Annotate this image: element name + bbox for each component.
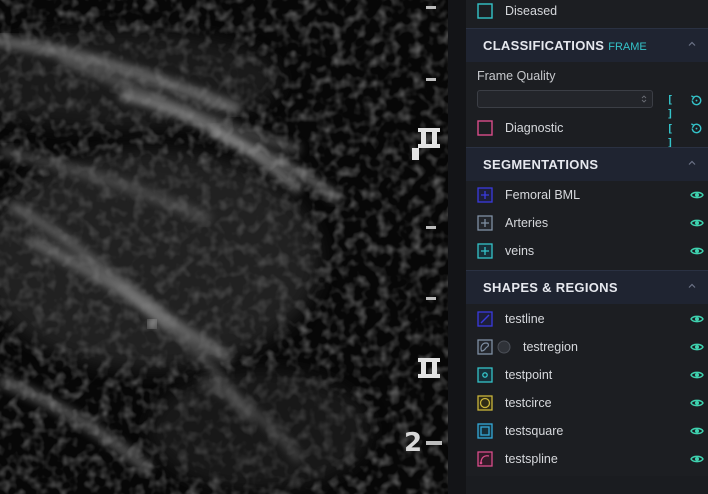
eye-icon[interactable] bbox=[690, 452, 704, 466]
label-item-diseased[interactable]: Diseased bbox=[466, 0, 708, 25]
crosshair-square-icon bbox=[477, 187, 493, 203]
freehand-region-icon bbox=[477, 339, 493, 355]
eye-icon[interactable] bbox=[690, 368, 704, 382]
shape-item-testcirce[interactable]: testcirce bbox=[466, 389, 708, 417]
segmentations-section-header[interactable]: SEGMENTATIONS bbox=[466, 147, 708, 181]
reset-icon[interactable] bbox=[689, 93, 704, 108]
eye-icon[interactable] bbox=[690, 312, 704, 326]
chevron-up-icon[interactable] bbox=[688, 282, 696, 290]
eye-icon[interactable] bbox=[690, 396, 704, 410]
section-title: SHAPES & REGIONS bbox=[483, 280, 618, 295]
classifications-section-header[interactable]: CLASSIFICATIONS FRAME bbox=[466, 28, 708, 62]
panel-footer-space bbox=[466, 476, 708, 494]
frame-quality-select[interactable] bbox=[477, 90, 653, 108]
point-tool-icon bbox=[477, 367, 493, 383]
frame-quality-bracket-button[interactable]: [ ] bbox=[663, 93, 677, 120]
eye-icon[interactable] bbox=[690, 216, 704, 230]
shape-item-label: testline bbox=[505, 312, 545, 326]
shape-item-label: testsquare bbox=[505, 424, 564, 438]
shape-item-testsquare[interactable]: testsquare bbox=[466, 417, 708, 445]
segmentation-item-femoral-bml[interactable]: Femoral BML bbox=[466, 181, 708, 209]
select-arrows-icon bbox=[641, 95, 647, 103]
segmentation-item-label: Femoral BML bbox=[505, 188, 581, 202]
chevron-up-icon[interactable] bbox=[688, 40, 696, 48]
crosshair-square-icon bbox=[477, 243, 493, 259]
eye-icon[interactable] bbox=[690, 424, 704, 438]
eye-icon[interactable] bbox=[690, 340, 704, 354]
eye-icon[interactable] bbox=[690, 244, 704, 258]
square-tool-icon bbox=[477, 423, 493, 439]
diagnostic-bracket-button[interactable]: [ ] bbox=[663, 122, 677, 149]
classification-item-label: Diagnostic bbox=[505, 121, 564, 135]
shape-item-testline[interactable]: testline bbox=[466, 305, 708, 333]
checkbox-icon[interactable] bbox=[477, 120, 493, 136]
label-item-label: Diseased bbox=[505, 4, 558, 18]
frame-quality-label: Frame Quality bbox=[477, 69, 556, 83]
shape-item-label: testspline bbox=[505, 452, 558, 466]
segmentation-item-arteries[interactable]: Arteries bbox=[466, 209, 708, 237]
segmentation-item-veins[interactable]: veins bbox=[466, 237, 708, 265]
shape-item-label: testcirce bbox=[505, 396, 552, 410]
shape-item-testregion[interactable]: testregion bbox=[466, 333, 708, 361]
shape-item-testspline[interactable]: testspline bbox=[466, 445, 708, 473]
region-circle-icon bbox=[497, 340, 511, 354]
section-title: SEGMENTATIONS bbox=[483, 157, 599, 172]
ultrasound-viewport[interactable]: 2 bbox=[0, 0, 448, 494]
depth-label: 2 bbox=[404, 428, 423, 458]
eye-icon[interactable] bbox=[690, 188, 704, 202]
viewport-panel-divider bbox=[448, 0, 466, 494]
shape-item-testpoint[interactable]: testpoint bbox=[466, 361, 708, 389]
crosshair-square-icon bbox=[477, 215, 493, 231]
shapes-regions-section-header[interactable]: SHAPES & REGIONS bbox=[466, 270, 708, 304]
section-title: CLASSIFICATIONS FRAME bbox=[483, 38, 647, 53]
circle-tool-icon bbox=[477, 395, 493, 411]
checkbox-icon[interactable] bbox=[477, 3, 493, 19]
shape-item-label: testpoint bbox=[505, 368, 553, 382]
shape-item-label: testregion bbox=[523, 340, 578, 354]
line-tool-icon bbox=[477, 311, 493, 327]
section-subtitle: FRAME bbox=[608, 41, 647, 53]
annotation-panel: Diseased CLASSIFICATIONS FRAME Frame Qual… bbox=[466, 0, 708, 494]
segmentation-item-label: veins bbox=[505, 244, 535, 258]
reset-icon[interactable] bbox=[689, 121, 704, 136]
chevron-up-icon[interactable] bbox=[688, 159, 696, 167]
spline-tool-icon bbox=[477, 451, 493, 467]
ultrasound-image bbox=[0, 0, 448, 494]
segmentation-item-label: Arteries bbox=[505, 216, 549, 230]
